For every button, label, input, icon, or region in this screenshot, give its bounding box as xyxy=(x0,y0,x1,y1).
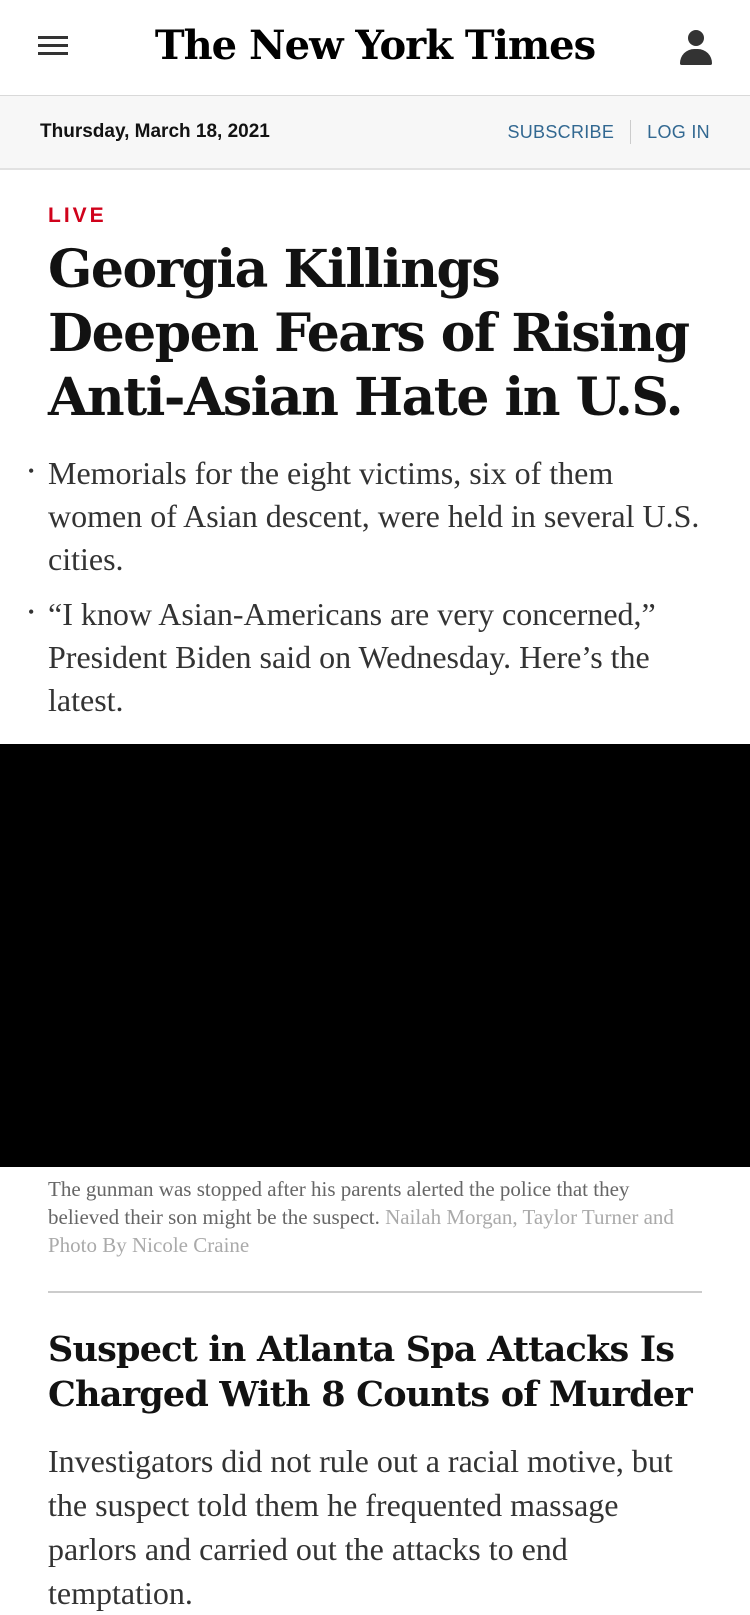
summary-bullet: Memorials for the eight victims, six of … xyxy=(28,450,702,581)
auth-divider xyxy=(630,120,632,144)
video-caption: The gunman was stopped after his parents… xyxy=(0,1167,750,1259)
section-divider xyxy=(48,1291,702,1293)
second-story-headline[interactable]: Suspect in Atlanta Spa Attacks Is Charge… xyxy=(48,1327,702,1417)
main-content: LIVE Georgia Killings Deepen Fears of Ri… xyxy=(0,204,750,1615)
date-bar: Thursday, March 18, 2021 SUBSCRIBE LOG I… xyxy=(0,96,750,170)
login-link[interactable]: LOG IN xyxy=(647,122,710,143)
user-account-icon[interactable] xyxy=(680,30,712,66)
second-story-summary: Investigators did not rule out a racial … xyxy=(48,1443,673,1611)
masthead: The New York Times xyxy=(0,0,750,96)
subscribe-link[interactable]: SUBSCRIBE xyxy=(507,122,614,143)
current-date: Thursday, March 18, 2021 xyxy=(40,121,270,142)
summary-bullet: “I know Asian-Americans are very concern… xyxy=(28,591,702,722)
live-kicker: LIVE xyxy=(48,204,107,227)
nyt-logo[interactable]: The New York Times xyxy=(0,22,750,69)
lead-headline[interactable]: Georgia Killings Deepen Fears of Rising … xyxy=(48,238,702,430)
video-player[interactable] xyxy=(0,744,750,1167)
auth-links: SUBSCRIBE LOG IN xyxy=(507,120,710,144)
lead-summary-list: Memorials for the eight victims, six of … xyxy=(28,450,702,722)
